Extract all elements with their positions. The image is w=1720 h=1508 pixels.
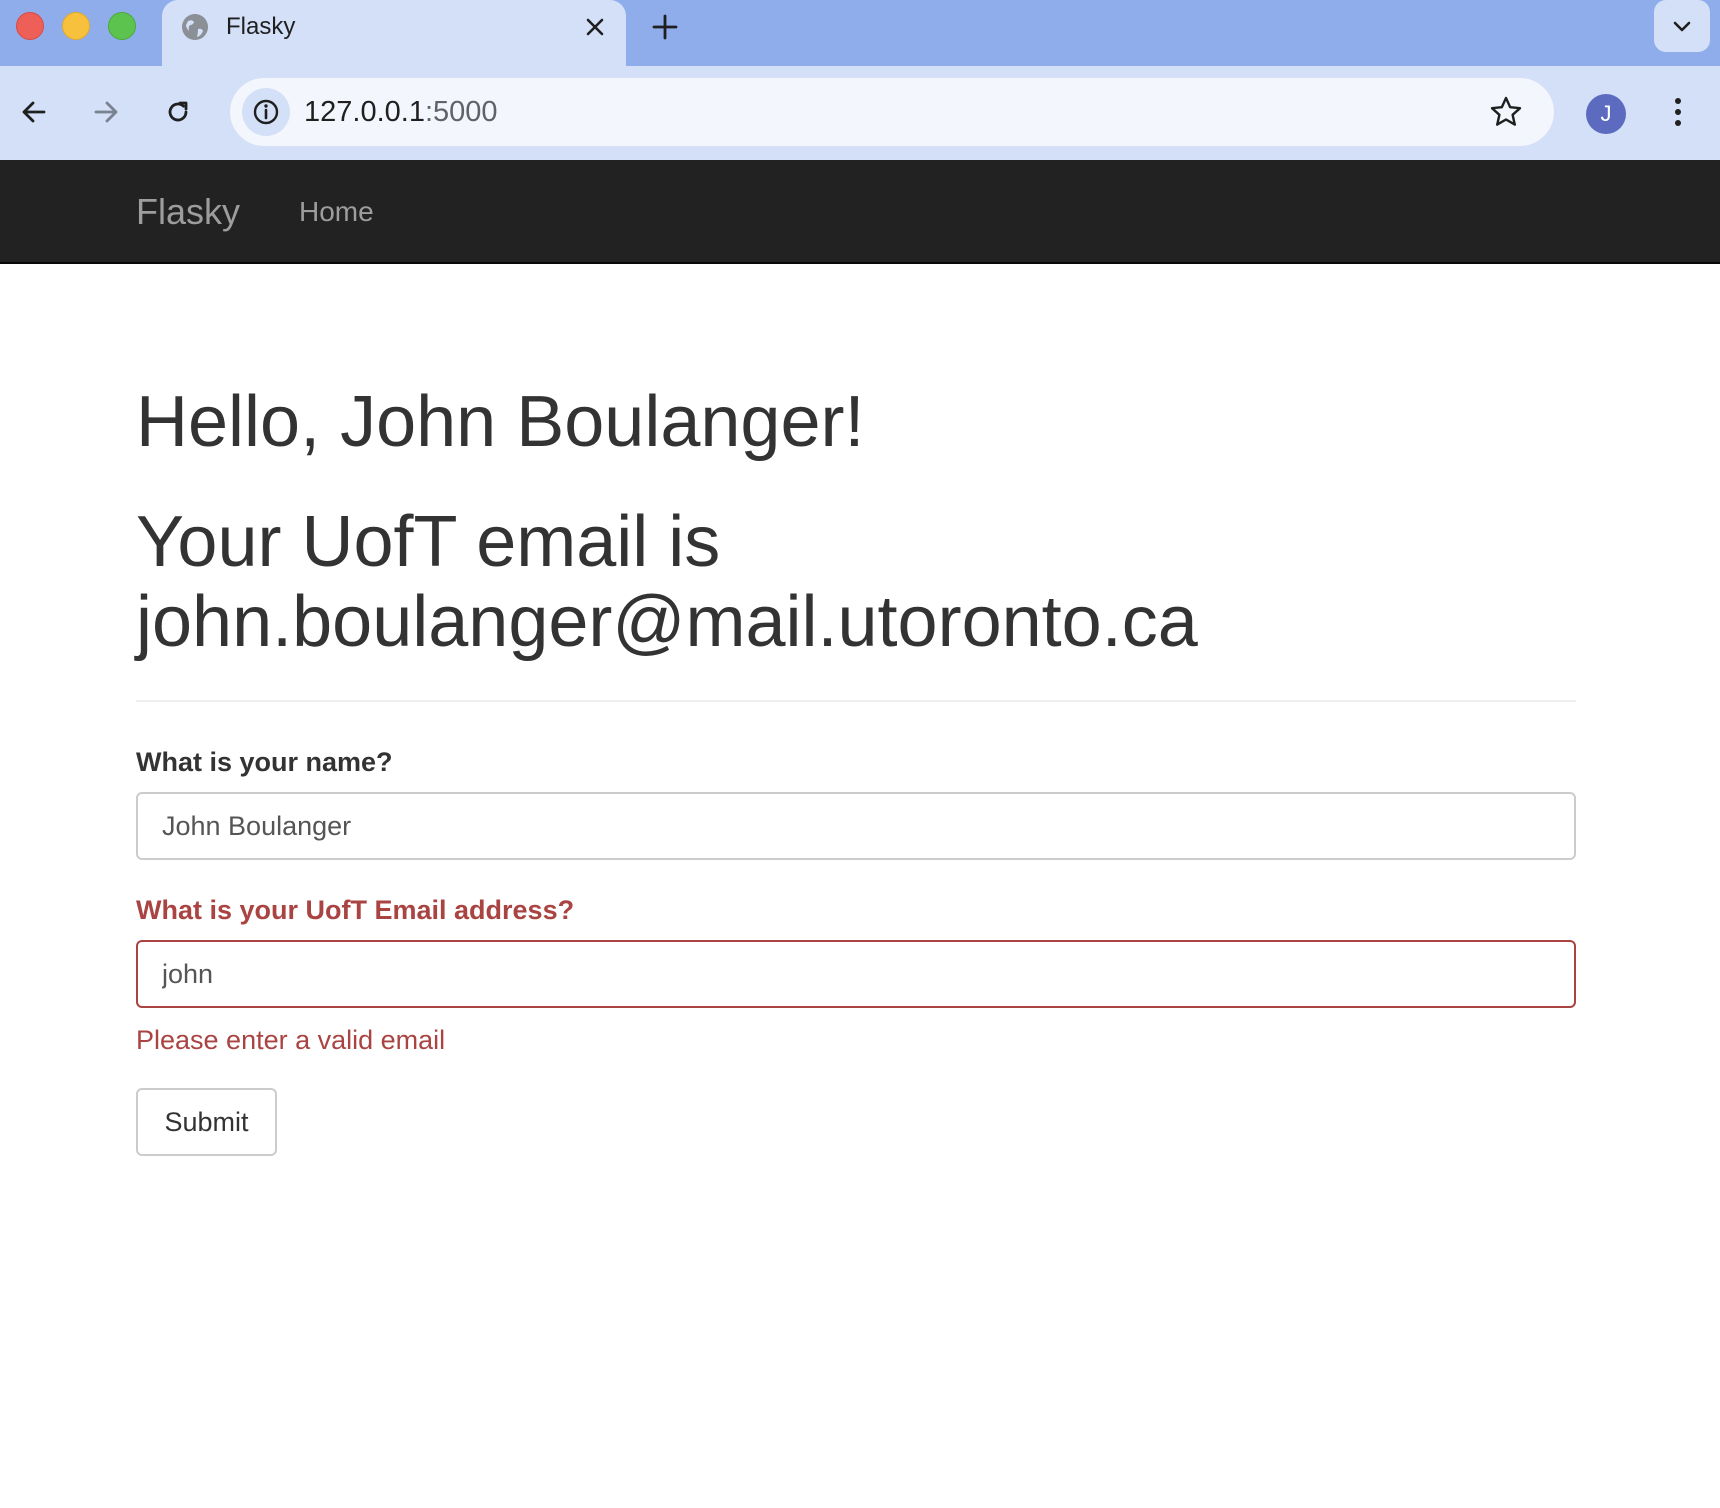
browser-tab[interactable]: Flasky bbox=[162, 0, 626, 66]
name-label: What is your name? bbox=[136, 747, 393, 777]
email-label: What is your UofT Email address? bbox=[136, 895, 575, 925]
url-port: :5000 bbox=[424, 96, 498, 128]
tab-search-button[interactable] bbox=[1654, 0, 1710, 52]
window-close-button[interactable] bbox=[16, 12, 44, 40]
browser-tabstrip: Flasky bbox=[0, 0, 1720, 66]
nav-home-link[interactable]: Home bbox=[299, 196, 374, 228]
submit-button[interactable]: Submit bbox=[136, 1088, 277, 1156]
email-heading: Your UofT email is john.boulanger@mail.u… bbox=[136, 502, 1198, 662]
email-input[interactable] bbox=[136, 940, 1576, 1008]
info-icon bbox=[253, 99, 279, 125]
kebab-menu-icon[interactable] bbox=[1660, 94, 1696, 130]
back-arrow-icon[interactable] bbox=[16, 94, 52, 130]
plus-icon[interactable] bbox=[648, 10, 682, 44]
navbar-brand-link[interactable]: Flasky bbox=[136, 192, 240, 232]
email-error-message: Please enter a valid email bbox=[136, 1025, 446, 1055]
globe-icon bbox=[182, 14, 208, 40]
site-navbar: Flasky Home bbox=[0, 160, 1720, 264]
chevron-down-icon bbox=[1673, 21, 1691, 32]
close-icon[interactable] bbox=[580, 12, 610, 42]
name-input[interactable] bbox=[136, 792, 1576, 860]
forward-arrow-icon[interactable] bbox=[88, 94, 124, 130]
reload-icon[interactable] bbox=[160, 94, 196, 130]
tab-title: Flasky bbox=[226, 13, 296, 40]
site-info-button[interactable] bbox=[242, 88, 290, 136]
browser-toolbar: 127.0.0.1:5000 J bbox=[0, 66, 1720, 160]
url-host: 127.0.0.1 bbox=[304, 96, 425, 128]
window-maximize-button[interactable] bbox=[108, 12, 136, 40]
star-icon[interactable] bbox=[1488, 94, 1524, 130]
divider bbox=[136, 700, 1576, 702]
address-bar[interactable]: 127.0.0.1:5000 bbox=[230, 78, 1554, 146]
window-minimize-button[interactable] bbox=[62, 12, 90, 40]
url-text[interactable]: 127.0.0.1:5000 bbox=[304, 96, 498, 128]
greeting-heading: Hello, John Boulanger! bbox=[136, 382, 865, 462]
profile-avatar[interactable]: J bbox=[1586, 94, 1626, 134]
